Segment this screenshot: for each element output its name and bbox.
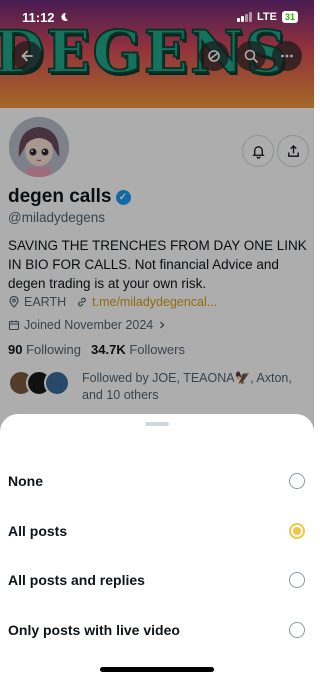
option-all-posts[interactable]: All posts [0, 509, 314, 553]
option-label: All posts [8, 523, 68, 539]
radio-live-video[interactable] [289, 622, 305, 638]
sheet-grabber[interactable] [145, 422, 169, 426]
option-all-posts-replies[interactable]: All posts and replies [0, 558, 314, 602]
option-label: Only posts with live video [8, 622, 180, 638]
battery-indicator: 31 [281, 11, 298, 23]
home-indicator[interactable] [100, 667, 214, 672]
network-label: LTE [257, 11, 277, 23]
status-bar: 11:12 LTE 31 [0, 0, 314, 34]
option-label: All posts and replies [8, 572, 145, 588]
moon-icon [60, 12, 68, 21]
option-none[interactable]: None [0, 459, 314, 503]
radio-all-posts-replies[interactable] [289, 572, 305, 588]
option-label: None [8, 473, 43, 489]
notification-settings-sheet: None All posts All posts and replies Onl… [0, 414, 314, 680]
radio-none[interactable] [289, 473, 305, 489]
status-time: 11:12 [22, 9, 55, 25]
signal-icon [237, 12, 253, 22]
radio-all-posts[interactable] [289, 523, 305, 539]
option-live-video[interactable]: Only posts with live video [0, 608, 314, 652]
